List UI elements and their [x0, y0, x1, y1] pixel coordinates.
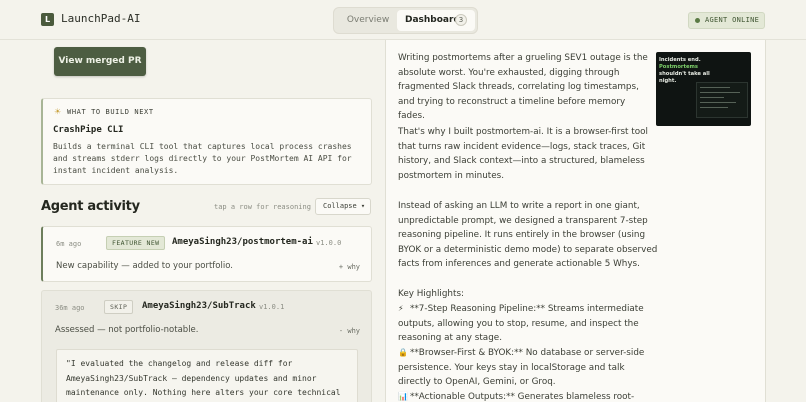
why-toggle[interactable]: + why — [339, 263, 360, 271]
thumbnail-line: Postmortems — [659, 64, 698, 70]
highlight-item: 📊 **Actionable Outputs:** Generates blame… — [398, 390, 658, 402]
app-title: LaunchPad-AI — [61, 12, 141, 25]
activity-hint: tap a row for reasoning — [214, 203, 311, 211]
agent-status-label: AGENT ONLINE — [705, 16, 760, 24]
tab-overview[interactable]: Overview — [339, 11, 397, 30]
activity-repo: AmeyaSingh23/SubTrack — [142, 301, 256, 311]
left-panel: View merged PR ☀ WHAT TO BUILD NEXT Cras… — [0, 40, 385, 402]
highlight-text: **7-Step Reasoning Pipeline:** Streams i… — [398, 304, 644, 344]
thumbnail-line: shouldn't take all — [659, 71, 710, 77]
activity-heading: Agent activity — [41, 199, 140, 214]
feature-new-badge: FEATURE NEW — [106, 236, 166, 250]
tab-dashboard[interactable]: Dashboard 3 — [397, 10, 475, 31]
post-paragraph: Writing postmortems after a grueling SEV… — [398, 53, 648, 122]
post-thumbnail: Incidents end. Postmortems shouldn't tak… — [656, 52, 751, 126]
reasoning-quote: "I evaluated the changelog and release d… — [56, 349, 358, 402]
collapse-button[interactable]: Collapse ▾ — [315, 198, 371, 215]
activity-row[interactable]: 6m ago FEATURE NEW AmeyaSingh23/postmort… — [41, 226, 372, 282]
activity-time: 36m ago — [55, 304, 85, 312]
highlights-title: Key Highlights: — [398, 289, 465, 299]
build-next-title: CrashPipe CLI — [53, 125, 124, 135]
lightning-icon: ⚡ — [398, 304, 404, 313]
build-next-label: WHAT TO BUILD NEXT — [67, 108, 154, 116]
activity-repo: AmeyaSingh23/postmortem-ai — [172, 237, 313, 247]
post-paragraph: That's why I built postmortem-ai. It is … — [398, 127, 648, 181]
tab-dashboard-label: Dashboard — [405, 15, 460, 25]
thumbnail-line: Incidents end. — [659, 57, 701, 63]
activity-version: v1.0.1 — [259, 303, 285, 311]
tab-count-badge: 3 — [455, 14, 467, 26]
lock-icon: 🔒 — [398, 348, 408, 357]
lightbulb-icon: ☀ — [54, 107, 62, 116]
activity-summary: New capability — added to your portfolio… — [56, 261, 233, 271]
skip-badge: SKIP — [104, 300, 134, 314]
highlight-item: 🔒 **Browser-First & BYOK:** No database o… — [398, 346, 658, 390]
build-next-card: ☀ WHAT TO BUILD NEXT CrashPipe CLI Build… — [41, 98, 372, 185]
thumbnail-line: night. — [659, 78, 677, 84]
activity-version: v1.0.0 — [316, 239, 342, 247]
logo-icon: L — [41, 13, 54, 26]
highlight-text: **Browser-First & BYOK:** No database or… — [398, 348, 645, 388]
view-merged-pr-button[interactable]: View merged PR — [54, 47, 146, 76]
why-toggle[interactable]: - why — [339, 327, 360, 335]
highlight-text: **Actionable Outputs:** Generates blamel… — [410, 392, 635, 402]
build-next-description: Builds a terminal CLI tool that captures… — [53, 142, 352, 175]
activity-summary: Assessed — not portfolio-notable. — [55, 325, 199, 335]
chart-icon: 📊 — [398, 392, 408, 401]
post-paragraph: Instead of asking an LLM to write a repo… — [398, 201, 658, 270]
app-header: L LaunchPad-AI Overview Dashboard 3 AGEN… — [0, 0, 806, 40]
status-dot-icon — [695, 18, 700, 23]
highlight-item: ⚡ **7-Step Reasoning Pipeline:** Streams … — [398, 302, 658, 346]
agent-status-badge: AGENT ONLINE — [688, 12, 765, 29]
activity-time: 6m ago — [56, 240, 82, 248]
view-tabs: Overview Dashboard 3 — [333, 7, 478, 34]
thumbnail-terminal — [696, 82, 748, 118]
post-preview-panel: Writing postmortems after a grueling SEV… — [386, 40, 766, 402]
activity-row[interactable]: 36m ago SKIP AmeyaSingh23/SubTrack v1.0.… — [41, 290, 372, 402]
